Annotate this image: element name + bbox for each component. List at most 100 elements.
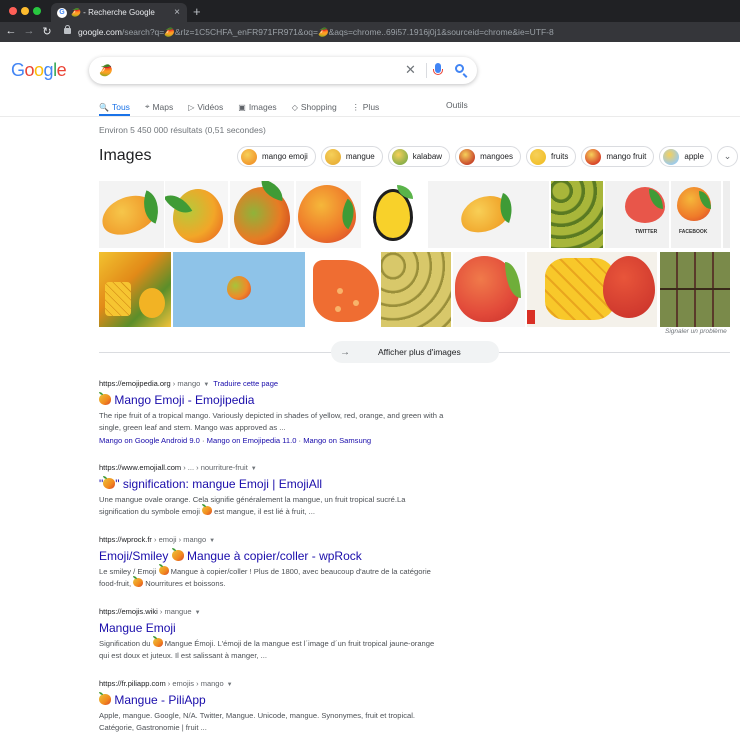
result-snippet: Le smiley / Emoji Mangue à copier/coller… [99, 564, 431, 588]
image-chips: mango emoji mangue kalabaw mangoes fruits man… [237, 146, 738, 167]
result-cite[interactable]: https://fr.piliapp.com › emojis › mango ▼ [99, 679, 444, 688]
image-tile[interactable] [165, 181, 228, 248]
image-tile[interactable] [173, 252, 305, 327]
images-heading[interactable]: Images [99, 147, 151, 165]
reload-icon[interactable]: ↻ [40, 25, 54, 38]
related-search-chip[interactable]: apple [659, 146, 712, 167]
show-more-images-label: Afficher plus d'images [378, 347, 461, 357]
chip-thumbnail [391, 148, 408, 165]
result-breadcrumb: › mango [170, 379, 201, 388]
mango-emoji-icon [171, 548, 184, 561]
image-tile[interactable] [230, 181, 294, 248]
result-title[interactable]: " " signification: mangue Emoji | EmojiAl… [99, 476, 444, 491]
report-problem-link[interactable]: Signaler un problème [665, 328, 727, 335]
new-tab-icon[interactable]: + [193, 4, 201, 19]
header-divider [0, 116, 740, 117]
dropdown-arrow-icon[interactable]: ▼ [203, 382, 209, 388]
result-cite[interactable]: https://www.emojiall.com › ... › nourrit… [99, 463, 444, 472]
microphone-icon[interactable] [433, 63, 443, 75]
address-bar: ← → ↻ google.com/search?q=🥭&rlz=1C5CHFA_… [0, 22, 740, 42]
search-tabs: 🔍 Tous ⌖ Maps ▷ Vidéos ▣ Images ◇ Shopping ⋮ Plus [99, 100, 394, 114]
chip-label: mango fruit [606, 152, 647, 161]
clear-icon[interactable]: ✕ [405, 62, 416, 78]
image-tile[interactable]: TWITTER [605, 181, 669, 248]
logo-letter: e [56, 60, 67, 80]
image-tile[interactable] [99, 252, 171, 327]
maximize-window-button[interactable] [33, 7, 41, 15]
chip-thumbnail [530, 148, 547, 165]
translate-link[interactable]: Traduire cette page [213, 379, 278, 388]
tab-close-icon[interactable]: × [170, 7, 184, 18]
result-url: https://emojipedia.org [99, 379, 171, 388]
image-tile[interactable] [296, 181, 361, 248]
lock-icon[interactable] [64, 25, 71, 34]
tab-vidéos[interactable]: ▷ Vidéos [188, 100, 223, 114]
related-search-chip[interactable]: kalabaw [387, 146, 451, 167]
tools-button[interactable]: Outils [446, 100, 468, 110]
tab-shopping[interactable]: ◇ Shopping [292, 100, 337, 114]
result-snippet: Signification du Mangue Émoji. L'émoji d… [99, 636, 435, 660]
image-tile[interactable] [99, 181, 164, 248]
result-cite[interactable]: https://emojipedia.org › mango ▼ Traduire … [99, 379, 444, 388]
result-cite[interactable]: https://emojis.wiki › mangue ▼ [99, 607, 444, 616]
logo-letter: o [24, 60, 35, 80]
search-result: https://www.emojiall.com › ... › nourrit… [99, 463, 444, 518]
tab-tous[interactable]: 🔍 Tous [99, 100, 130, 114]
image-tile[interactable] [551, 181, 603, 248]
show-more-images-button[interactable]: → Afficher plus d'images [331, 341, 499, 363]
forward-arrow-icon[interactable]: → [22, 25, 36, 37]
image-tile[interactable] [527, 252, 657, 327]
close-window-button[interactable] [9, 7, 17, 15]
chip-thumbnail [585, 148, 602, 165]
tab-images[interactable]: ▣ Images [238, 100, 276, 114]
chip-thumbnail [663, 148, 680, 165]
tab-plus[interactable]: ⋮ Plus [352, 100, 380, 114]
result-title[interactable]: Mangue Emoji [99, 621, 444, 635]
search-input[interactable]: 🥭 [99, 64, 113, 77]
related-search-chip[interactable]: mangue [320, 146, 383, 167]
image-tile[interactable] [453, 252, 525, 327]
related-search-chip[interactable]: mango fruit [581, 146, 655, 167]
search-icon[interactable] [455, 64, 464, 73]
tab-label: Maps [152, 102, 174, 112]
chevron-down-icon[interactable]: ⌄ [716, 146, 738, 167]
result-title-text: " signification: mangue Emoji | EmojiAll [115, 477, 323, 491]
result-cite[interactable]: https://wprock.fr › emoji › mango ▼ [99, 535, 444, 544]
result-sitelinks: Mango on Google Android 9.0 · Mango on E… [99, 436, 372, 445]
image-tile[interactable] [428, 181, 549, 248]
dropdown-arrow-icon[interactable]: ▼ [195, 610, 201, 616]
related-search-chip[interactable]: fruits [526, 146, 577, 167]
result-title[interactable]: Mango Emoji - Emojipedia [99, 392, 444, 407]
related-search-chip[interactable]: mangoes [455, 146, 522, 167]
chip-label: mango emoji [262, 152, 308, 161]
result-breadcrumb: › ... › nourriture-fruit [181, 463, 248, 472]
back-arrow-icon[interactable]: ← [4, 25, 18, 37]
related-search-chip[interactable]: mango emoji [237, 146, 316, 167]
image-tile[interactable] [660, 252, 730, 327]
image-tile[interactable] [307, 252, 379, 327]
dropdown-arrow-icon[interactable]: ▼ [251, 466, 257, 472]
result-title[interactable]: Emoji/Smiley Mangue à copier/coller - wp… [99, 548, 444, 563]
image-tile[interactable] [723, 181, 730, 248]
image-tile[interactable] [381, 252, 451, 327]
sitelink[interactable]: Mango on Google Android 9.0 [99, 436, 200, 445]
minimize-window-button[interactable] [21, 7, 29, 15]
google-logo[interactable]: Google [11, 60, 67, 81]
tab-maps[interactable]: ⌖ Maps [145, 100, 173, 114]
mango-emoji-icon [99, 692, 111, 705]
url-host: google.com [78, 27, 122, 37]
search-icon: 🔍 [99, 102, 109, 112]
result-title[interactable]: Mangue - PiliApp [99, 692, 444, 707]
google-favicon-icon: G [57, 7, 67, 18]
image-tile[interactable] [363, 181, 426, 248]
dropdown-arrow-icon[interactable]: ▼ [209, 538, 215, 544]
result-snippet: Une mangue ovale orange. Cela signifie g… [99, 495, 406, 516]
search-box[interactable]: 🥭 ✕ [89, 57, 477, 84]
mango-emoji-icon [103, 476, 116, 489]
image-tile[interactable]: FACEBOOK [671, 181, 721, 248]
dropdown-arrow-icon[interactable]: ▼ [227, 682, 233, 688]
sitelink[interactable]: Mango on Emojipedia 11.0 [207, 436, 297, 445]
sitelink[interactable]: Mango on Samsung [303, 436, 371, 445]
url-field[interactable]: google.com/search?q=🥭&rlz=1C5CHFA_enFR97… [78, 27, 554, 38]
browser-tab[interactable]: G 🥭 - Recherche Google × [51, 3, 187, 22]
